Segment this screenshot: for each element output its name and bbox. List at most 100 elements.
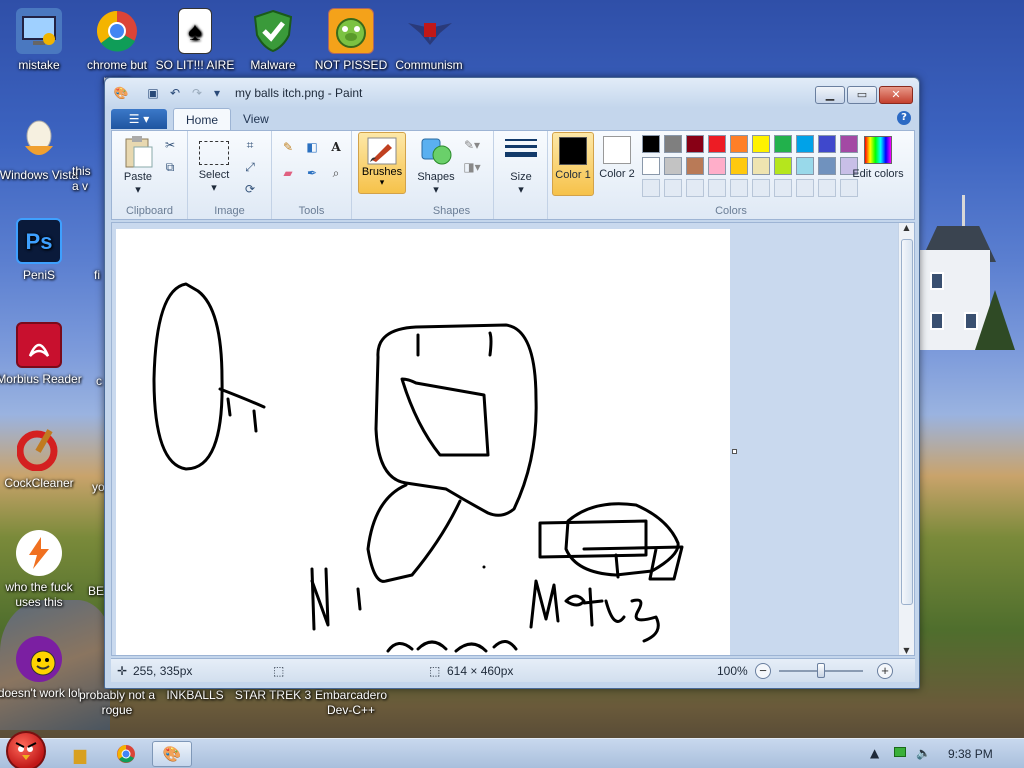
cut-icon[interactable]: ✂ [160, 135, 180, 155]
text-icon[interactable]: A [326, 137, 346, 157]
resize-icon[interactable]: ⤢ [240, 157, 260, 177]
custom-color-slot[interactable] [796, 179, 814, 197]
redo-icon[interactable]: ↷ [189, 85, 205, 101]
palette-swatch[interactable] [730, 157, 748, 175]
desktop-icon-not-pissed[interactable]: NOT PISSED [308, 8, 394, 73]
custom-color-slot[interactable] [642, 179, 660, 197]
palette-swatch[interactable] [752, 135, 770, 153]
palette-swatch[interactable] [708, 157, 726, 175]
desktop-icon-yahoo[interactable]: doesn't work lol [0, 636, 82, 701]
palette-swatch[interactable] [686, 157, 704, 175]
desktop-icon-probably-not-a-rogue[interactable]: probably not a rogue [74, 688, 160, 718]
palette-swatch[interactable] [796, 157, 814, 175]
close-button[interactable]: ✕ [879, 86, 913, 104]
customize-toolbar-icon[interactable]: ▾ [209, 85, 225, 101]
size-button[interactable]: Size ▾ [499, 135, 543, 197]
drawing-canvas[interactable] [116, 229, 730, 655]
desktop-icon-embarcadero[interactable]: Embarcadero Dev-C++ [308, 688, 394, 718]
brushes-button[interactable]: Brushes ▾ [358, 132, 406, 194]
zoom-slider-thumb[interactable] [817, 663, 825, 678]
custom-color-slot[interactable] [818, 179, 836, 197]
color-picker-icon[interactable]: ✒ [302, 163, 322, 183]
custom-color-slot[interactable] [752, 179, 770, 197]
shapes-button[interactable]: Shapes ▾ [414, 135, 458, 197]
paste-button[interactable]: Paste ▾ [116, 135, 160, 197]
desktop-icon-penis[interactable]: Ps PeniS [0, 218, 82, 283]
help-icon[interactable]: ? [897, 111, 911, 125]
show-hidden-icon[interactable]: ▲ [870, 746, 879, 760]
clock[interactable]: 9:38 PM [948, 747, 993, 761]
zoom-out-button[interactable]: − [755, 663, 771, 679]
palette-swatch[interactable] [752, 157, 770, 175]
palette-swatch[interactable] [818, 135, 836, 153]
taskbar-chrome[interactable] [106, 741, 146, 767]
palette-swatch[interactable] [708, 135, 726, 153]
pencil-icon[interactable]: ✎ [278, 137, 298, 157]
desktop-icon-morbius-reader[interactable]: Morbius Reader [0, 322, 82, 387]
palette-swatch[interactable] [642, 157, 660, 175]
desktop-icon-solitaire[interactable]: ♠ SO LIT!!! AIRE [152, 8, 238, 73]
palette-swatch[interactable] [664, 157, 682, 175]
desktop-icon-windows-vista[interactable]: Windows Vista [0, 118, 82, 183]
chevron-down-icon: ▾ [518, 184, 524, 196]
paint-window: 🎨 ▣ ↶ ↷ ▾ my balls itch.png - Paint ▁ ▭ … [104, 77, 920, 689]
zoom-in-button[interactable]: + [877, 663, 893, 679]
vertical-scrollbar[interactable]: ▲ ▼ [898, 223, 914, 655]
scroll-down-icon[interactable]: ▼ [899, 646, 914, 655]
rotate-icon[interactable]: ⟳ [240, 179, 260, 199]
color2-button[interactable]: Color 2 [596, 132, 638, 196]
palette-swatch[interactable] [796, 135, 814, 153]
desktop-icon-lightning[interactable]: who the fuck uses this [0, 530, 82, 610]
custom-color-slot[interactable] [664, 179, 682, 197]
file-menu-button[interactable]: ☰ ▾ [111, 109, 167, 129]
desktop-icon-label: Morbius Reader [0, 372, 82, 386]
fill-shape-icon[interactable]: ◨▾ [462, 157, 482, 177]
desktop-icon-star-trek-3[interactable]: STAR TREK 3 [230, 688, 316, 703]
outline-icon[interactable]: ✎▾ [462, 135, 482, 155]
save-icon[interactable]: ▣ [145, 85, 161, 101]
palette-swatch[interactable] [774, 135, 792, 153]
paint-app-icon[interactable]: 🎨 [113, 85, 129, 101]
network-icon[interactable] [894, 746, 906, 760]
taskbar-explorer[interactable]: ▆ [60, 741, 100, 767]
custom-color-slot[interactable] [774, 179, 792, 197]
desktop-icon-inkballs[interactable]: INKBALLS [152, 688, 238, 703]
palette-swatch[interactable] [686, 135, 704, 153]
palette-swatch[interactable] [664, 135, 682, 153]
palette-swatch[interactable] [642, 135, 660, 153]
house-scenery [918, 250, 990, 350]
magnifier-icon[interactable]: ⌕ [326, 163, 346, 183]
tab-home[interactable]: Home [173, 108, 232, 130]
taskbar: ▆ 🎨 ▲ 🔈 9:38 PM [0, 731, 1024, 768]
desktop-icon-malware[interactable]: Malware [230, 8, 316, 73]
select-button[interactable]: Select ▾ [192, 135, 236, 195]
copy-icon[interactable]: ⧉ [160, 157, 180, 177]
desktop-icon-cockcleaner[interactable]: CockCleaner [0, 426, 82, 491]
scroll-thumb[interactable] [901, 239, 913, 605]
desktop-icon-chrome[interactable]: chrome but norm [74, 8, 160, 88]
custom-color-slot[interactable] [708, 179, 726, 197]
tab-view[interactable]: View [231, 108, 281, 130]
taskbar-paint[interactable]: 🎨 [152, 741, 192, 767]
volume-icon[interactable]: 🔈 [916, 746, 931, 760]
palette-swatch[interactable] [774, 157, 792, 175]
palette-swatch[interactable] [730, 135, 748, 153]
custom-color-slot[interactable] [686, 179, 704, 197]
start-button[interactable] [6, 731, 46, 768]
maximize-button[interactable]: ▭ [847, 86, 877, 104]
desktop-icon-mistake[interactable]: mistake [0, 8, 82, 73]
eraser-icon[interactable]: ▰ [278, 163, 298, 183]
custom-color-slot[interactable] [730, 179, 748, 197]
scroll-up-icon[interactable]: ▲ [899, 223, 914, 232]
resize-handle[interactable] [732, 449, 737, 454]
edit-colors-button[interactable]: Edit colors [852, 132, 904, 196]
desktop-icon-communism[interactable]: Communism [386, 8, 472, 73]
crop-icon[interactable]: ⌗ [240, 135, 260, 155]
fill-icon[interactable]: ◧ [302, 137, 322, 157]
minimize-button[interactable]: ▁ [815, 86, 845, 104]
title-bar[interactable]: 🎨 ▣ ↶ ↷ ▾ my balls itch.png - Paint ▁ ▭ … [105, 78, 919, 108]
color1-button[interactable]: Color 1 [552, 132, 594, 196]
undo-icon[interactable]: ↶ [167, 85, 183, 101]
desktop-icon-label: probably not a rogue [78, 688, 156, 717]
palette-swatch[interactable] [818, 157, 836, 175]
